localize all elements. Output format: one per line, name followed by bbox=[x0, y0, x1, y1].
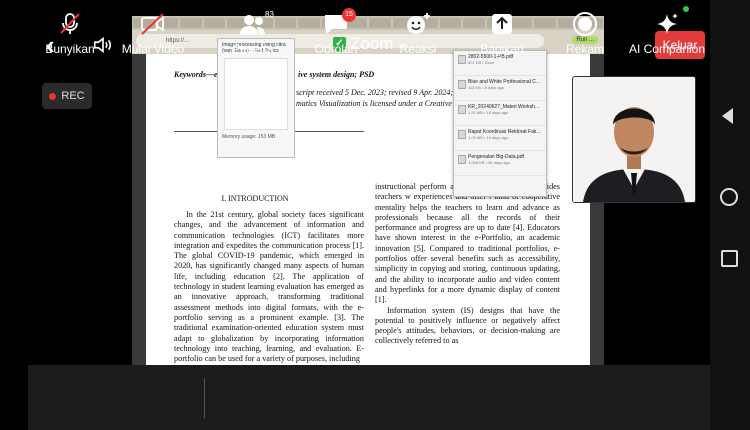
download-meta: 113 KB • 8 days ago bbox=[468, 85, 505, 90]
nav-home-icon[interactable] bbox=[720, 188, 738, 206]
right-paragraph-1: instructional perform advancing professi… bbox=[375, 182, 560, 305]
chat-unread-badge: 15 bbox=[342, 8, 356, 22]
reaction-icon bbox=[407, 13, 430, 34]
file-icon bbox=[458, 155, 466, 164]
file-icon bbox=[458, 130, 466, 139]
toolbar-label: Bunyikan bbox=[45, 42, 95, 56]
download-item: KR_20240627_Materi Workshop UIN Sunan Ka… bbox=[454, 101, 546, 126]
right-column: instructional perform advancing professi… bbox=[375, 182, 560, 347]
download-meta: 1.05 MB • 19 days ago bbox=[468, 135, 509, 140]
share-icon bbox=[492, 14, 512, 34]
download-meta: 1.51 MB • 18 days ago bbox=[468, 110, 509, 115]
download-item: Pengenalan Big-Data.pdf 1.068 KB • 30 day… bbox=[454, 151, 546, 176]
tooltip-memory: Memory usage: 153 MB bbox=[222, 134, 276, 140]
shared-screen: https://... Run ... Keywords—e-P ive sys… bbox=[132, 16, 604, 365]
unmute-button[interactable]: Bunyikan bbox=[30, 10, 110, 56]
record-button[interactable]: Rekam bbox=[545, 10, 625, 56]
left-paragraph: In the 21st century, global society face… bbox=[174, 210, 364, 364]
left-column: In the 21st century, global society face… bbox=[174, 210, 364, 364]
right-paragraph-2: Information system (IS) designs that hav… bbox=[375, 305, 560, 346]
participants-icon bbox=[240, 15, 265, 35]
participant-photo bbox=[573, 77, 695, 202]
toolbar-divider bbox=[204, 378, 205, 418]
participants-button[interactable]: 83 Peserta bbox=[213, 10, 293, 56]
download-item: Blue and White Professional Corporate Zo… bbox=[454, 76, 546, 101]
keywords-continued: ive system design; PSD bbox=[298, 70, 375, 79]
chat-button[interactable]: 15 Obrolan bbox=[296, 8, 376, 56]
downloads-panel: 2802-5500-1-PB.pdf 601 KB • Done Blue and … bbox=[453, 50, 547, 197]
participant-count: 83 bbox=[265, 10, 274, 19]
toolbar-label: Rekam bbox=[565, 42, 604, 56]
recording-indicator: REC bbox=[42, 83, 92, 109]
download-item: Rapat Koordinasi Rektorat Fakultas Prodi… bbox=[454, 126, 546, 151]
share-button[interactable]: Bagikan bbox=[462, 10, 542, 56]
file-icon bbox=[458, 105, 466, 114]
file-icon bbox=[458, 55, 466, 64]
nav-back-icon[interactable] bbox=[722, 108, 733, 124]
meeting-toolbar bbox=[28, 365, 710, 430]
ai-companion-button[interactable]: AI Companion bbox=[627, 10, 707, 56]
toolbar-label: Reaksi bbox=[399, 42, 437, 56]
nav-recents-icon[interactable] bbox=[721, 250, 738, 267]
section-heading: I. INTRODUCTION bbox=[221, 194, 289, 203]
record-dot-icon bbox=[49, 92, 57, 100]
toolbar-label: Obrolan bbox=[314, 42, 358, 56]
mic-muted-icon bbox=[60, 13, 80, 34]
toolbar-label: AI Companion bbox=[628, 42, 706, 56]
toolbar-label: Peserta bbox=[232, 42, 274, 56]
system-nav-bar bbox=[710, 0, 750, 430]
record-icon bbox=[573, 12, 597, 36]
reactions-button[interactable]: Reaksi bbox=[378, 10, 458, 56]
file-icon bbox=[458, 80, 466, 89]
toolbar-label: Mulai Video bbox=[121, 42, 185, 56]
download-meta: 601 KB • Done bbox=[468, 60, 495, 65]
participant-video[interactable] bbox=[572, 76, 696, 203]
tab-preview-tooltip: Image processing using citra (van Bloom)… bbox=[217, 38, 295, 158]
start-video-button[interactable]: Mulai Video bbox=[113, 10, 193, 56]
video-off-icon bbox=[141, 13, 164, 35]
tab-preview-thumbnail bbox=[224, 58, 288, 130]
ai-companion-icon bbox=[657, 13, 678, 34]
download-meta: 1.068 KB • 30 days ago bbox=[468, 160, 510, 165]
toolbar-label: Bagikan bbox=[480, 42, 524, 56]
